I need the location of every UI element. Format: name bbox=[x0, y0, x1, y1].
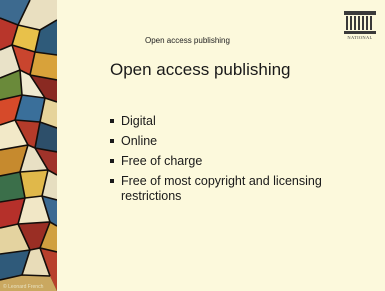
bullet-text: Online bbox=[121, 134, 158, 148]
stained-glass-image: © Leonard French bbox=[0, 0, 57, 291]
bullet-icon bbox=[110, 119, 114, 123]
slide-title: Open access publishing bbox=[110, 60, 291, 79]
bullet-icon bbox=[110, 179, 114, 183]
slide-header: Open access publishing bbox=[145, 36, 230, 45]
slide: © Leonard French NATIONAL Open access pu… bbox=[0, 0, 385, 291]
bullet-text: Free of most copyright and licensing res… bbox=[121, 174, 322, 203]
image-credit: © Leonard French bbox=[3, 284, 44, 290]
bullet-icon bbox=[110, 139, 114, 143]
bullet-text: Free of charge bbox=[121, 154, 203, 168]
logo-label: NATIONAL bbox=[347, 35, 373, 40]
bullet-icon bbox=[110, 159, 114, 163]
library-building-icon: NATIONAL bbox=[341, 9, 379, 43]
bullet-item: Free of charge bbox=[110, 154, 350, 169]
bullet-item: Free of most copyright and licensing res… bbox=[110, 174, 350, 204]
stained-glass-graphic bbox=[0, 0, 57, 291]
bullet-item: Online bbox=[110, 134, 350, 149]
bullet-list: Digital Online Free of charge Free of mo… bbox=[110, 114, 350, 209]
bullet-item: Digital bbox=[110, 114, 350, 129]
bullet-text: Digital bbox=[121, 114, 156, 128]
